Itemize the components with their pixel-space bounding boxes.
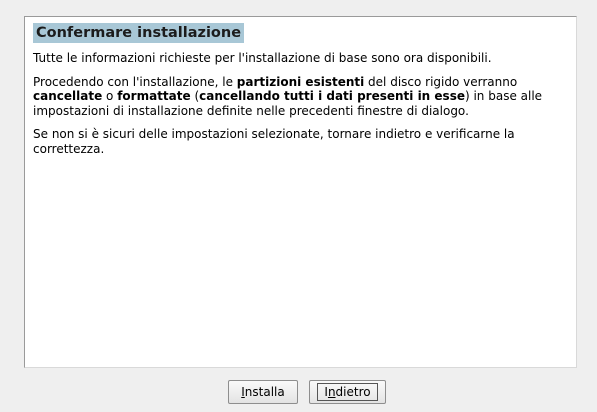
info-panel: Confermare installazione Tutte le inform… [24, 16, 577, 368]
warning-paragraph: Procedendo con l'installazione, le parti… [33, 75, 568, 119]
install-button[interactable]: Installa [228, 380, 298, 404]
warning-bold-text: partizioni esistenti [236, 74, 365, 89]
install-button-label: nstalla [244, 385, 285, 399]
back-button-accel: n [327, 385, 336, 399]
button-row: Installa Indietro [0, 380, 597, 404]
warning-bold-text: cancellate [33, 89, 103, 103]
back-button[interactable]: Indietro [309, 380, 386, 404]
warning-text: o [102, 89, 118, 103]
back-button-focus-frame: Indietro [317, 383, 378, 401]
info-paragraph: Tutte le informazioni richieste per l'in… [33, 51, 492, 65]
confirm-installation-dialog: Confermare installazione Tutte le inform… [0, 0, 597, 412]
warning-text: ( [190, 89, 200, 103]
back-button-label: dietro [335, 385, 371, 399]
warning-text: Procedendo con l'installazione, le [33, 74, 237, 89]
advice-paragraph: Se non si è sicuri delle impostazioni se… [33, 127, 515, 156]
warning-text: del disco rigido verranno [364, 74, 518, 89]
page-title: Confermare installazione [33, 23, 245, 43]
warning-bold-text: formattate [117, 89, 191, 103]
warning-bold-text: cancellando tutti i dati presenti in ess… [199, 89, 465, 103]
